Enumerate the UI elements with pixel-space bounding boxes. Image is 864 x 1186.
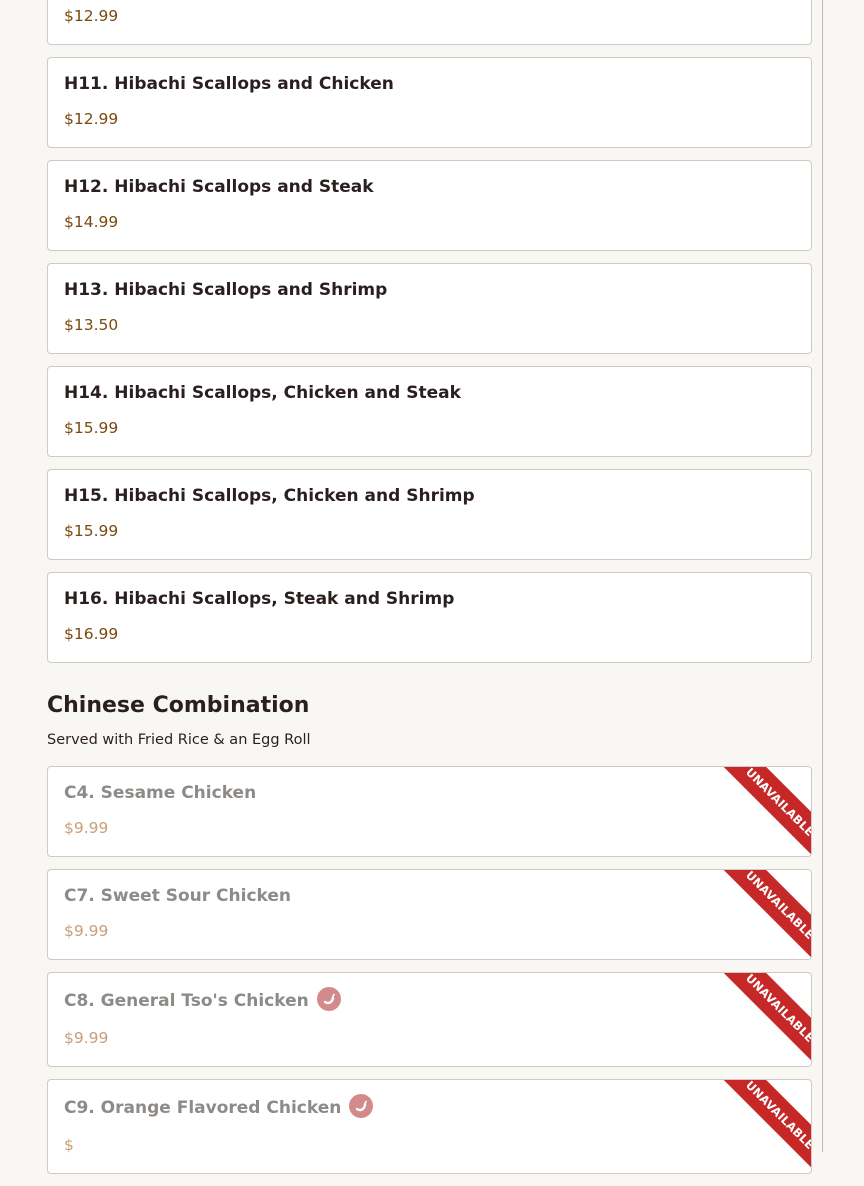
item-name: H14. Hibachi Scallops, Chicken and Steak <box>64 383 461 403</box>
menu-item-card[interactable]: H11. Hibachi Scallops and Chicken $12.99 <box>47 57 812 148</box>
section-header: Chinese Combination Served with Fried Ri… <box>47 675 812 748</box>
menu-item-card-unavailable[interactable]: C4. Sesame Chicken $9.99 UNAVAILABLE <box>47 766 812 857</box>
item-name: H11. Hibachi Scallops and Chicken <box>64 74 394 94</box>
chili-pepper-icon <box>349 1094 374 1118</box>
unavailable-ribbon: UNAVAILABLE <box>709 1079 812 1173</box>
unavailable-ribbon: UNAVAILABLE <box>709 869 812 959</box>
unavailable-label: UNAVAILABLE <box>742 1079 812 1153</box>
chili-pepper-icon <box>316 987 341 1011</box>
unavailable-label: UNAVAILABLE <box>742 869 812 943</box>
menu-item-card-unavailable[interactable]: C8. General Tso's Chicken $9.99 UNAVAILA… <box>47 972 812 1067</box>
menu-item-card-unavailable[interactable]: C9. Orange Flavored Chicken $ UNAVAILABL… <box>47 1079 812 1174</box>
section-description: Served with Fried Rice & an Egg Roll <box>47 732 311 748</box>
item-name: C8. General Tso's Chicken <box>64 991 309 1011</box>
item-price: $15.99 <box>64 419 119 437</box>
item-price: $9.99 <box>64 1029 109 1047</box>
item-price: $ <box>64 1136 74 1154</box>
item-name: C4. Sesame Chicken <box>64 783 257 803</box>
menu-item-card[interactable]: H12. Hibachi Scallops and Steak $14.99 <box>47 160 812 251</box>
item-name: H13. Hibachi Scallops and Shrimp <box>64 280 388 300</box>
item-price: $13.50 <box>64 316 119 334</box>
menu-item-card-unavailable[interactable]: C7. Sweet Sour Chicken $9.99 UNAVAILABLE <box>47 869 812 960</box>
item-price: $15.99 <box>64 522 119 540</box>
menu-item-card[interactable]: H15. Hibachi Scallops, Chicken and Shrim… <box>47 469 812 560</box>
menu-item-card[interactable]: H14. Hibachi Scallops, Chicken and Steak… <box>47 366 812 457</box>
section-title: Chinese Combination <box>47 693 310 718</box>
item-name: C7. Sweet Sour Chicken <box>64 886 292 906</box>
unavailable-ribbon: UNAVAILABLE <box>709 972 812 1066</box>
item-price: $12.99 <box>64 110 119 128</box>
item-name-row: C9. Orange Flavored Chicken <box>64 1094 374 1120</box>
item-price: $12.99 <box>64 7 119 25</box>
unavailable-label: UNAVAILABLE <box>742 766 812 840</box>
item-price: $16.99 <box>64 625 119 643</box>
item-name: H12. Hibachi Scallops and Steak <box>64 177 374 197</box>
menu-list: $12.99 H11. Hibachi Scallops and Chicken… <box>47 0 812 1186</box>
unavailable-ribbon: UNAVAILABLE <box>709 766 812 856</box>
item-name: H16. Hibachi Scallops, Steak and Shrimp <box>64 589 455 609</box>
item-name: H15. Hibachi Scallops, Chicken and Shrim… <box>64 486 475 506</box>
menu-item-card[interactable]: H16. Hibachi Scallops, Steak and Shrimp … <box>47 572 812 663</box>
menu-item-card[interactable]: H13. Hibachi Scallops and Shrimp $13.50 <box>47 263 812 354</box>
item-name: C9. Orange Flavored Chicken <box>64 1098 342 1118</box>
item-price: $9.99 <box>64 819 109 837</box>
menu-item-card[interactable]: $12.99 <box>47 0 812 45</box>
item-price: $9.99 <box>64 922 109 940</box>
item-price: $14.99 <box>64 213 119 231</box>
scrollbar-edge <box>822 0 823 1152</box>
item-name-row: C8. General Tso's Chicken <box>64 987 341 1013</box>
unavailable-label: UNAVAILABLE <box>742 972 812 1046</box>
